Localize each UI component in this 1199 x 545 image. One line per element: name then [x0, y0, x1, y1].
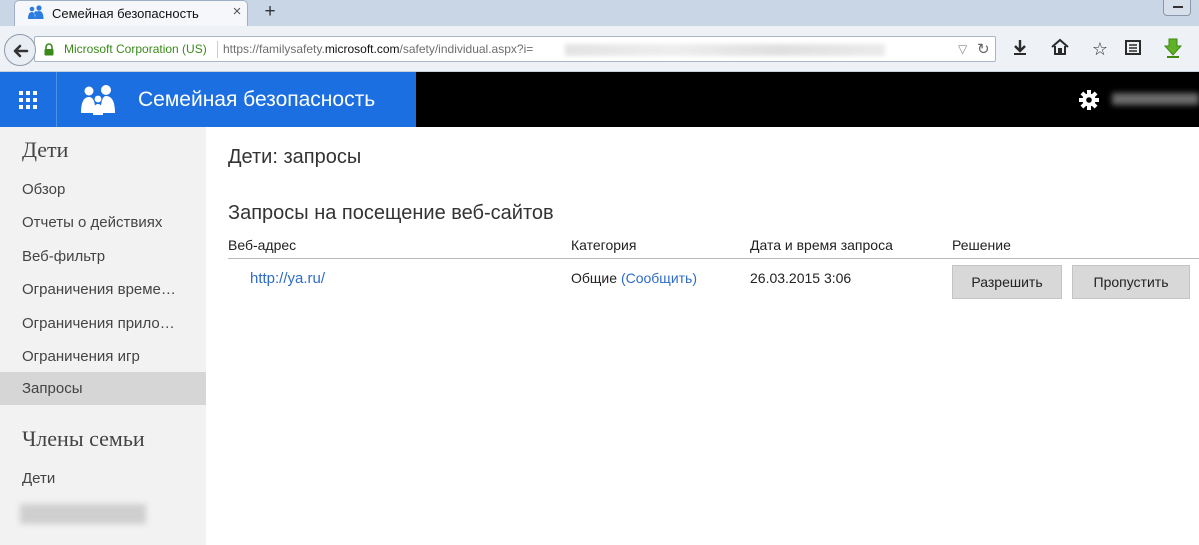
browser-tab[interactable]: Семейная безопасность ×: [14, 0, 248, 26]
address-bar[interactable]: Microsoft Corporation (US) https://famil…: [34, 36, 996, 62]
section-title: Запросы на посещение веб-сайтов: [228, 202, 554, 224]
account-name-redacted[interactable]: [1112, 93, 1199, 105]
report-link[interactable]: (Сообщить): [621, 270, 697, 286]
request-datetime: 26.03.2015 3:06: [750, 270, 852, 286]
sidebar-item-web-filter[interactable]: Веб-фильтр: [0, 240, 206, 273]
request-url-link[interactable]: http://ya.ru/: [250, 270, 325, 287]
sidebar-item-overview[interactable]: Обзор: [0, 173, 206, 206]
family-icon: [28, 5, 44, 19]
browser-navbar: Microsoft Corporation (US) https://famil…: [0, 26, 1199, 72]
sidebar-item-app-restrictions[interactable]: Ограничения прило…: [0, 307, 206, 340]
url-redacted: [565, 44, 885, 56]
waffle-icon: [19, 91, 37, 109]
page-title: Дети: запросы: [228, 146, 362, 168]
tab-title: Семейная безопасность: [52, 6, 199, 21]
download-icon[interactable]: [1009, 38, 1031, 60]
back-button[interactable]: [4, 34, 36, 66]
reading-list-icon[interactable]: [1122, 38, 1144, 60]
url-separator: [217, 41, 218, 58]
back-arrow-icon: [13, 44, 29, 58]
app-launcher-button[interactable]: [0, 72, 57, 127]
allow-button[interactable]: Разрешить: [952, 265, 1062, 299]
reload-icon[interactable]: ↻: [977, 40, 990, 58]
skip-button[interactable]: Пропустить: [1072, 265, 1190, 299]
brand-bar[interactable]: Семейная безопасность: [57, 72, 416, 127]
sidebar-heading-children: Дети: [22, 137, 69, 162]
app-title: Семейная безопасность: [138, 88, 376, 111]
window-restore-button[interactable]: [1163, 0, 1191, 16]
column-header-url: Веб-адрес: [228, 237, 297, 253]
sidebar-item-family-children[interactable]: Дети: [0, 462, 206, 495]
sidebar: Дети Обзор Отчеты о действиях Веб-фильтр…: [0, 127, 206, 545]
new-tab-button[interactable]: +: [260, 1, 280, 23]
sidebar-item-requests[interactable]: Запросы: [0, 372, 206, 405]
column-header-category: Категория: [571, 237, 637, 253]
column-header-decision: Решение: [952, 237, 1011, 253]
sidebar-item-game-restrictions[interactable]: Ограничения игр: [0, 340, 206, 373]
green-download-icon[interactable]: [1162, 38, 1184, 60]
app-header: Семейная безопасность: [0, 72, 1199, 127]
url-history-icon[interactable]: ▽: [958, 42, 967, 56]
sidebar-heading-family-members: Члены семьи: [22, 426, 145, 451]
close-tab-icon[interactable]: ×: [229, 4, 245, 20]
column-header-datetime: Дата и время запроса: [750, 237, 893, 253]
site-identity[interactable]: Microsoft Corporation (US): [64, 42, 207, 56]
home-icon[interactable]: [1049, 38, 1071, 60]
sidebar-item-redacted[interactable]: [20, 504, 146, 524]
star-icon[interactable]: ☆: [1089, 38, 1111, 60]
gear-icon[interactable]: [1078, 89, 1100, 111]
lock-icon: [44, 43, 54, 56]
browser-tab-strip: Семейная безопасность × +: [0, 0, 1199, 26]
family-icon: [81, 85, 115, 115]
url-text[interactable]: https://familysafety.microsoft.com/safet…: [223, 42, 533, 56]
sidebar-item-time-limits[interactable]: Ограничения време…: [0, 273, 206, 306]
request-category: Общие (Сообщить): [571, 270, 698, 286]
table-header-divider: [228, 258, 1199, 259]
sidebar-item-activity-reports[interactable]: Отчеты о действиях: [0, 206, 206, 239]
